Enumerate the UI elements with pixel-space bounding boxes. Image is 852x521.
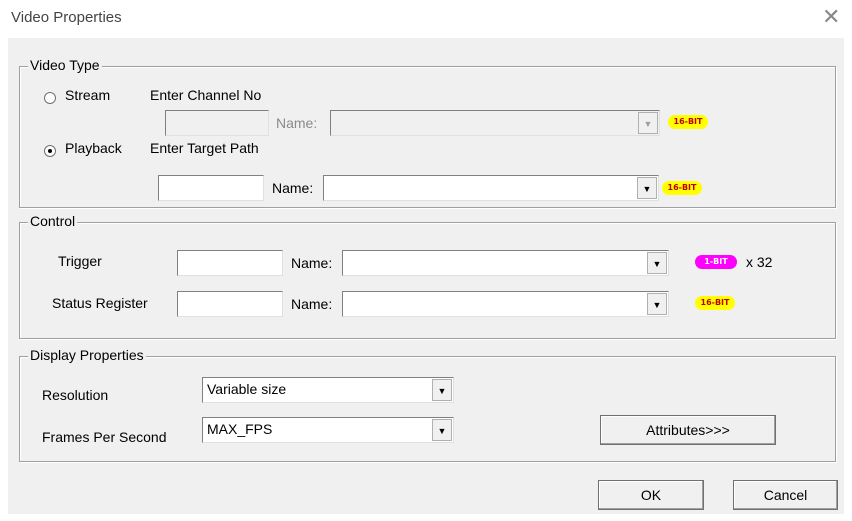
trigger-label: Trigger	[58, 253, 102, 269]
status-name-combo[interactable]: ▼	[342, 291, 669, 317]
dialog-client: Video Type Stream Enter Channel No Name:…	[8, 38, 844, 514]
chevron-down-icon[interactable]: ▼	[647, 252, 667, 274]
stream-radio[interactable]	[44, 92, 56, 104]
chevron-down-icon[interactable]: ▼	[432, 419, 452, 441]
trigger-multiplier: x 32	[746, 254, 773, 270]
fps-value: MAX_FPS	[207, 421, 273, 437]
control-legend: Control	[28, 213, 78, 229]
playback-prompt: Enter Target Path	[150, 140, 259, 156]
resolution-combo[interactable]: Variable size ▼	[202, 377, 454, 403]
status-name-label: Name:	[291, 296, 333, 312]
channel-name-label: Name:	[276, 115, 318, 131]
stream-label[interactable]: Stream	[65, 87, 110, 103]
close-icon[interactable]: ✕	[822, 5, 840, 30]
display-properties-legend: Display Properties	[28, 347, 146, 363]
fps-combo[interactable]: MAX_FPS ▼	[202, 417, 454, 443]
cancel-button[interactable]: Cancel	[733, 480, 838, 510]
status-bit-badge: 16-BIT	[695, 296, 735, 310]
window-title: Video Properties	[11, 9, 122, 26]
target-name-combo[interactable]: ▼	[323, 175, 659, 201]
attributes-button[interactable]: Attributes>>>	[600, 415, 776, 445]
control-group: Control Trigger Name: ▼ 1-BIT x 32 Statu…	[19, 213, 836, 339]
video-type-legend: Video Type	[28, 57, 102, 73]
trigger-bit-badge: 1-BIT	[695, 255, 737, 269]
status-register-label: Status Register	[52, 295, 148, 311]
chevron-down-icon[interactable]: ▼	[432, 379, 452, 401]
trigger-name-label: Name:	[291, 255, 333, 271]
ok-button[interactable]: OK	[598, 480, 704, 510]
playback-label[interactable]: Playback	[65, 140, 122, 156]
channel-name-combo: ▼	[330, 110, 660, 136]
resolution-value: Variable size	[207, 381, 287, 397]
title-bar: Video Properties ✕	[0, 0, 852, 38]
target-name-label: Name:	[272, 180, 314, 196]
status-register-field[interactable]	[177, 291, 283, 317]
playback-radio[interactable]	[44, 145, 56, 157]
target-path-field[interactable]	[158, 175, 264, 201]
fps-label: Frames Per Second	[42, 429, 167, 445]
display-properties-group: Display Properties Resolution Variable s…	[19, 347, 836, 462]
trigger-name-combo[interactable]: ▼	[342, 250, 669, 276]
chevron-down-icon[interactable]: ▼	[647, 293, 667, 315]
trigger-field[interactable]	[177, 250, 283, 276]
channel-no-field	[165, 110, 269, 136]
resolution-label: Resolution	[42, 387, 109, 403]
stream-prompt: Enter Channel No	[150, 87, 262, 103]
video-type-group: Video Type Stream Enter Channel No Name:…	[19, 57, 836, 208]
channel-bit-badge: 16-BIT	[668, 115, 708, 129]
target-bit-badge: 16-BIT	[662, 181, 702, 195]
chevron-down-icon: ▼	[638, 112, 658, 134]
chevron-down-icon[interactable]: ▼	[637, 177, 657, 199]
